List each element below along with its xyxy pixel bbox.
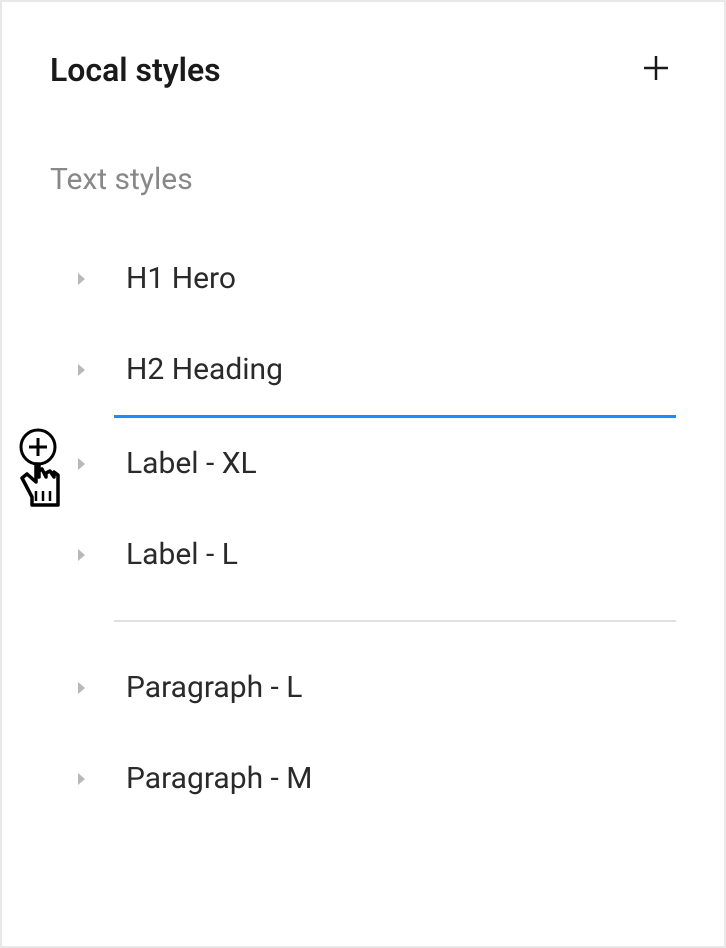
chevron-right-icon xyxy=(74,456,90,472)
style-label: Paragraph - M xyxy=(126,761,312,796)
style-item-label-l[interactable]: Label - L xyxy=(2,509,724,600)
chevron-right-icon xyxy=(74,271,90,287)
chevron-right-icon xyxy=(74,680,90,696)
add-style-button[interactable] xyxy=(636,50,676,90)
divider xyxy=(114,620,676,622)
style-label: H1 Hero xyxy=(126,261,236,296)
style-item-label-xl[interactable]: Label - XL xyxy=(2,418,724,509)
chevron-right-icon xyxy=(74,547,90,563)
panel-title: Local styles xyxy=(50,51,221,89)
section-header: Text styles xyxy=(2,90,724,221)
style-label: Paragraph - L xyxy=(126,670,302,705)
section-title: Text styles xyxy=(50,162,676,197)
chevron-right-icon xyxy=(74,771,90,787)
style-label: Label - XL xyxy=(126,446,257,481)
style-item-paragraph-m[interactable]: Paragraph - M xyxy=(2,733,724,824)
style-label: Label - L xyxy=(126,537,238,572)
panel-header: Local styles xyxy=(2,2,724,90)
style-item-h1-hero[interactable]: H1 Hero xyxy=(2,233,724,324)
local-styles-panel: Local styles Text styles H1 Hero xyxy=(0,0,726,948)
style-label: H2 Heading xyxy=(126,352,283,387)
plus-icon xyxy=(640,52,672,88)
style-item-paragraph-l[interactable]: Paragraph - L xyxy=(2,642,724,733)
chevron-right-icon xyxy=(74,362,90,378)
style-item-h2-heading[interactable]: H2 Heading xyxy=(2,324,724,415)
style-list: H1 Hero H2 Heading Label - XL xyxy=(2,221,724,824)
